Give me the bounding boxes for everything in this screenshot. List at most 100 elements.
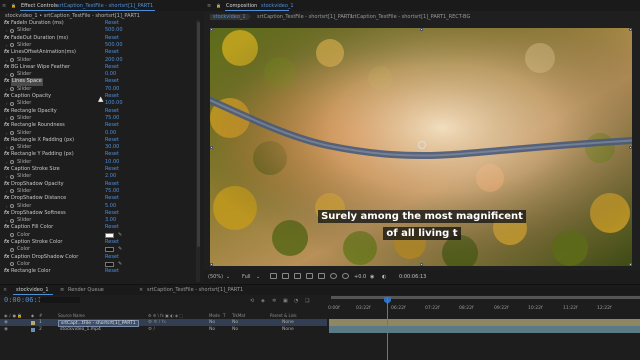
stopwatch-icon[interactable]	[10, 72, 14, 77]
column-mode[interactable]: Mode	[209, 313, 220, 318]
layer-trkmat-dropdown[interactable]: No	[232, 320, 238, 325]
effect-name[interactable]: Caption Stroke Color	[11, 239, 62, 246]
twirl-arrow-icon[interactable]: ›	[6, 217, 8, 224]
twirl-arrow-icon[interactable]: ›	[6, 86, 8, 93]
current-time-display[interactable]: 0:00:06:13	[399, 274, 426, 280]
anchor-point-icon[interactable]	[418, 141, 426, 149]
stopwatch-icon[interactable]	[10, 131, 14, 135]
exposure-icon[interactable]	[342, 273, 349, 279]
effect-property-row[interactable]: fx Caption Fill Color Reset	[0, 224, 196, 231]
parameter-value[interactable]: 500.00	[105, 27, 123, 34]
color-parameter-row[interactable]: Color ✎	[0, 246, 196, 253]
effect-property-row[interactable]: fx Rectangle Roundness Reset	[0, 122, 196, 129]
slider-parameter-row[interactable]: › Slider 30.00	[0, 144, 196, 151]
column-trkmat[interactable]: TrkMat	[232, 313, 245, 318]
layer-label-color[interactable]	[31, 320, 35, 325]
tab-render-queue[interactable]: Render Queue	[68, 287, 104, 293]
effect-name[interactable]: DropShadow Opacity	[11, 181, 64, 188]
twirl-arrow-icon[interactable]: ›	[6, 130, 8, 137]
slider-parameter-row[interactable]: › Slider 2.00	[0, 173, 196, 180]
snapshot-icon[interactable]: ◉	[370, 274, 374, 280]
parameter-value[interactable]: 70.00	[105, 86, 119, 93]
stopwatch-icon[interactable]	[10, 247, 14, 252]
layer-duration-bar[interactable]	[329, 326, 640, 333]
effect-property-row[interactable]: fx Caption DropShadow Color Reset	[0, 254, 196, 261]
stopwatch-icon[interactable]	[10, 218, 14, 223]
fx-icon[interactable]: fx	[4, 254, 9, 261]
eyedropper-icon[interactable]: ✎	[118, 261, 122, 268]
timeline-tool-icon[interactable]: ▣	[283, 298, 288, 304]
parameter-value[interactable]: 5.00	[105, 203, 116, 210]
reset-link[interactable]: Reset	[105, 122, 119, 129]
eyedropper-icon[interactable]: ✎	[118, 246, 122, 253]
twirl-arrow-icon[interactable]: ›	[6, 71, 8, 78]
layer-mode-dropdown[interactable]: No	[209, 320, 215, 325]
lock-icon[interactable]: 🔒	[11, 3, 16, 8]
reset-link[interactable]: Reset	[105, 137, 119, 144]
stopwatch-icon[interactable]	[10, 58, 14, 62]
fx-icon[interactable]: fx	[4, 78, 9, 85]
zoom-dropdown[interactable]: (50%)	[208, 274, 223, 280]
effect-name[interactable]: Rectangle X Padding (px)	[11, 137, 74, 144]
slider-parameter-row[interactable]: › Slider 3.00	[0, 217, 196, 224]
parameter-value[interactable]: 10.00	[105, 159, 119, 166]
composition-name[interactable]: stockvideo_1	[261, 3, 294, 9]
panel-menu-icon[interactable]: ≡	[2, 3, 6, 9]
transform-handle[interactable]	[629, 28, 632, 31]
effect-name[interactable]: Caption DropShadow Color	[11, 254, 78, 261]
color-parameter-row[interactable]: Color ✎	[0, 261, 196, 268]
resolution-dropdown[interactable]: Full	[242, 274, 251, 280]
effect-name[interactable]: DropShadow Distance	[11, 195, 66, 202]
layer-label-color[interactable]	[31, 327, 35, 332]
fx-icon[interactable]: fx	[4, 224, 9, 231]
eye-icon[interactable]: ◉	[4, 320, 8, 325]
color-swatch[interactable]	[105, 247, 114, 253]
exposure-value[interactable]: +0.0	[354, 274, 366, 280]
effect-name[interactable]: Caption Opacity	[11, 93, 51, 100]
parameter-value[interactable]: 75.00	[105, 188, 119, 195]
reset-link[interactable]: Reset	[105, 181, 119, 188]
layer-parent-dropdown[interactable]: None	[282, 320, 294, 325]
parameter-value[interactable]: 500.00	[105, 42, 123, 49]
scrollbar-thumb[interactable]	[196, 22, 200, 247]
parameter-value[interactable]: 100.00	[105, 100, 123, 107]
stopwatch-icon[interactable]	[10, 87, 14, 92]
effect-name[interactable]: BG Linear Wipe Feather	[11, 64, 70, 71]
stopwatch-icon[interactable]	[10, 174, 14, 179]
effect-property-row[interactable]: fx Rectangle Y Padding (px) Reset	[0, 151, 196, 158]
effect-name[interactable]: Rectangle Color	[11, 268, 51, 275]
color-swatch[interactable]	[105, 261, 114, 267]
slider-parameter-row[interactable]: › Slider 200.00	[0, 57, 196, 64]
close-icon[interactable]: ×	[139, 287, 143, 293]
layer-duration-bar[interactable]	[329, 319, 640, 326]
stopwatch-icon[interactable]	[10, 145, 14, 150]
fx-icon[interactable]: fx	[4, 64, 9, 71]
fx-icon[interactable]: fx	[4, 181, 9, 188]
effect-property-row[interactable]: fx LinesOffsetAnimation(ms) Reset	[0, 49, 196, 56]
reset-link[interactable]: Reset	[105, 64, 119, 71]
reset-link[interactable]: Reset	[105, 254, 119, 261]
reset-link[interactable]: Reset	[105, 166, 119, 173]
chevron-down-icon[interactable]: ⌄	[256, 274, 260, 280]
stopwatch-icon[interactable]	[10, 116, 14, 121]
column-t[interactable]: T	[223, 313, 225, 318]
effect-property-row[interactable]: fx Rectangle X Padding (px) Reset	[0, 137, 196, 144]
timeline-tool-icon[interactable]: ✲	[272, 298, 276, 304]
slider-parameter-row[interactable]: › Slider 500.00	[0, 42, 196, 49]
fx-icon[interactable]: fx	[4, 35, 9, 42]
slider-parameter-row[interactable]: › Slider 0.00	[0, 130, 196, 137]
close-icon[interactable]: ×	[3, 287, 7, 293]
effect-property-row[interactable]: fx Lines Space Reset	[0, 78, 196, 86]
layer-search-input[interactable]	[40, 297, 80, 303]
fx-icon[interactable]: fx	[4, 268, 9, 275]
color-swatch[interactable]	[105, 232, 114, 238]
effect-property-row[interactable]: fx Caption Stroke Color Reset	[0, 239, 196, 246]
stopwatch-icon[interactable]	[10, 189, 14, 194]
effect-property-row[interactable]: fx Rectangle Color Reset	[0, 268, 196, 275]
fx-icon[interactable]: fx	[4, 195, 9, 202]
column-parent[interactable]: Parent & Link	[270, 313, 297, 318]
stopwatch-icon[interactable]	[10, 101, 14, 106]
effect-property-row[interactable]: fx DropShadow Softness Reset	[0, 210, 196, 217]
transform-handle[interactable]	[420, 28, 423, 31]
layer-row[interactable]: ◉ 2 stockvideo_1.mp4 ⚙ / No No None	[0, 326, 327, 333]
